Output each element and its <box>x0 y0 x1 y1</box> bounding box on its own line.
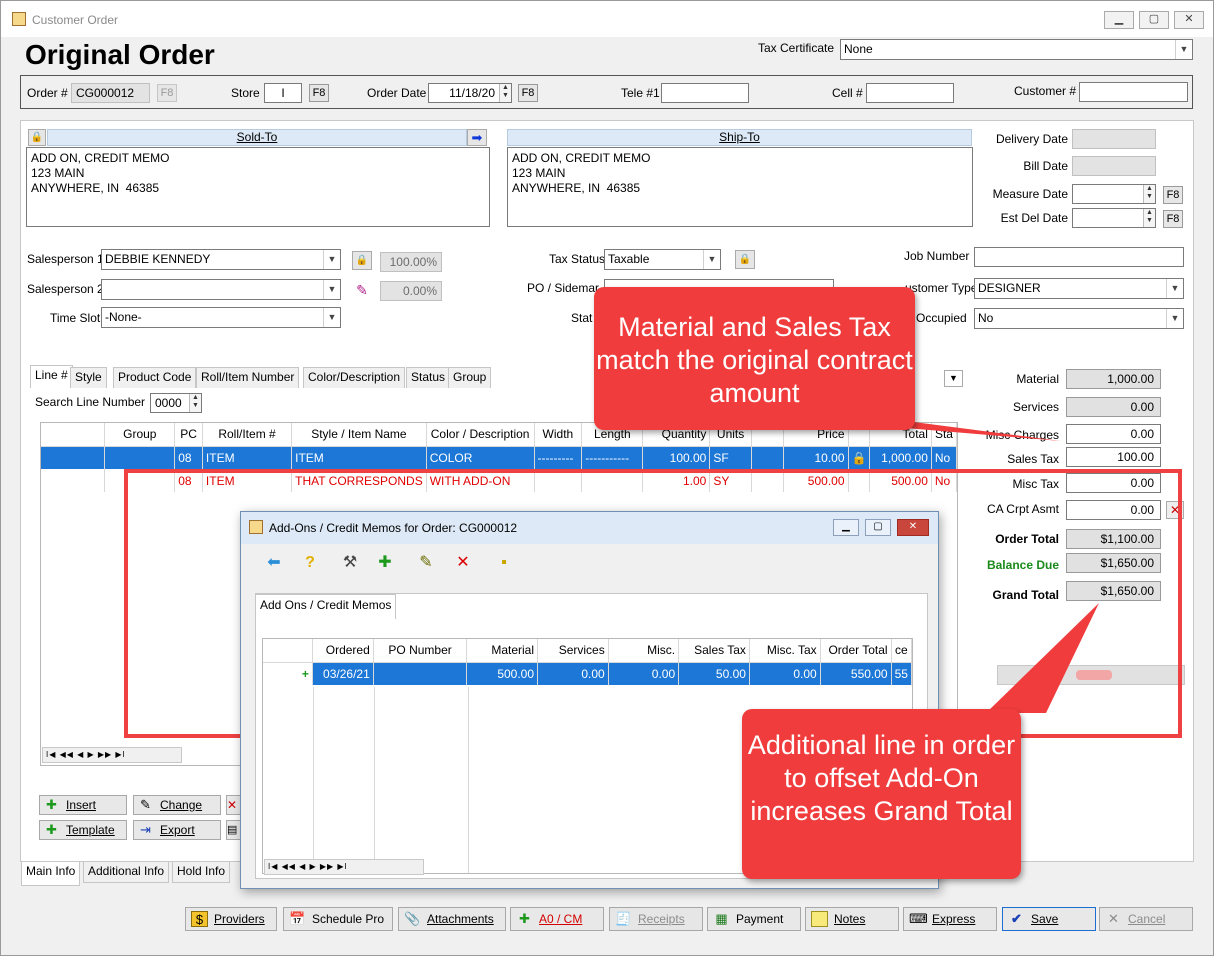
customer-order-window: Customer Order ▁ ▢ ✕ Original Order Tax … <box>0 0 1214 956</box>
callout-additional-line: Additional line in order to offset Add-O… <box>742 709 1021 879</box>
callout-material-sales-tax: Material and Sales Tax match the origina… <box>594 287 915 430</box>
bottom-callout-pointer <box>986 603 1099 713</box>
callout-pointers <box>821 421 1099 713</box>
